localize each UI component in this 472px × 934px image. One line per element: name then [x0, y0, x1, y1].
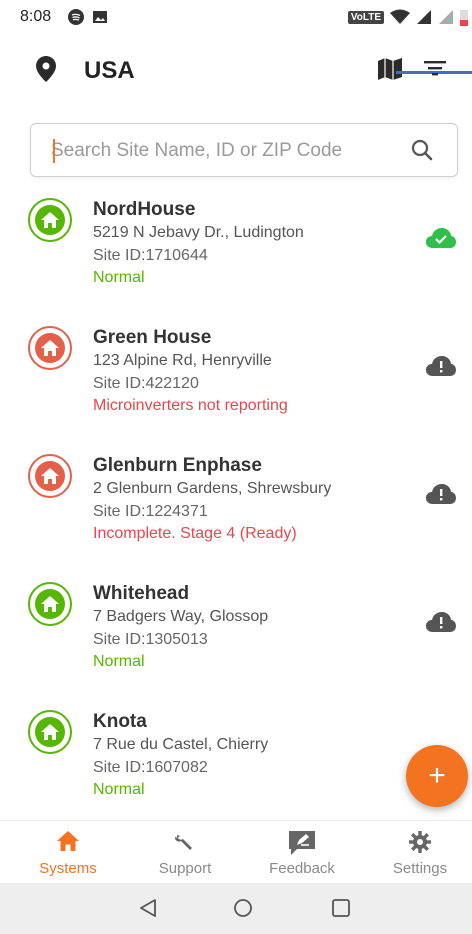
- battery-icon: [460, 10, 468, 26]
- site-address: 123 Alpine Rd, Henryville: [93, 352, 272, 369]
- nav-label: Support: [158, 860, 212, 877]
- home-icon: [41, 596, 59, 612]
- site-status: Normal: [93, 269, 145, 286]
- site-row[interactable]: Glenburn Enphase 2 Glenburn Gardens, Shr…: [0, 446, 472, 574]
- site-name: Whitehead: [93, 583, 190, 604]
- signal-2-icon: [439, 10, 453, 24]
- site-status-badge: [28, 454, 72, 498]
- nav-label: Feedback: [269, 860, 335, 877]
- wrench-icon: [175, 835, 192, 850]
- feedback-icon: [289, 831, 315, 855]
- spotify-icon: [68, 9, 84, 25]
- site-id: Site ID:1305013: [93, 631, 208, 648]
- search-box: [30, 123, 458, 177]
- site-status: Normal: [93, 781, 145, 798]
- site-id: Site ID:422120: [93, 375, 199, 392]
- cloud-alert-icon: [426, 484, 456, 504]
- cloud-check-icon: [426, 228, 456, 248]
- home-icon: [41, 724, 59, 740]
- recents-icon[interactable]: [331, 898, 351, 918]
- site-row[interactable]: Knota 7 Rue du Castel, Chierry Site ID:1…: [0, 702, 472, 830]
- site-status-badge: [28, 710, 72, 754]
- bottom-nav: Systems Support Feedback Settings: [0, 820, 472, 883]
- text-caret: [53, 139, 55, 163]
- status-time: 8:08: [20, 8, 52, 25]
- nav-feedback[interactable]: Feedback: [243, 821, 361, 884]
- region-title[interactable]: USA: [84, 57, 135, 85]
- home-icon: [41, 212, 59, 228]
- site-row[interactable]: Whitehead 7 Badgers Way, Glossop Site ID…: [0, 574, 472, 702]
- site-row[interactable]: Green House 123 Alpine Rd, Henryville Si…: [0, 318, 472, 446]
- plus-icon: +: [428, 759, 446, 792]
- site-id: Site ID:1607082: [93, 759, 208, 776]
- site-status: Microinverters not reporting: [93, 397, 288, 414]
- back-icon[interactable]: [138, 898, 158, 918]
- nav-systems[interactable]: Systems: [9, 821, 127, 884]
- site-id: Site ID:1710644: [93, 247, 208, 264]
- nav-label: Systems: [39, 860, 97, 877]
- map-icon[interactable]: [378, 58, 402, 80]
- wifi-icon: [390, 9, 410, 24]
- home-icon: [41, 468, 59, 484]
- site-status-badge: [28, 582, 72, 626]
- nav-support[interactable]: Support: [126, 821, 244, 884]
- add-site-button[interactable]: +: [406, 745, 468, 807]
- site-row[interactable]: NordHouse 5219 N Jebavy Dr., Ludington S…: [0, 190, 472, 318]
- location-pin-icon[interactable]: [36, 56, 56, 82]
- system-nav-bar: [0, 883, 472, 934]
- volte-badge: VoLTE: [347, 10, 384, 24]
- image-notification-icon: [93, 11, 107, 23]
- cloud-alert-icon: [426, 612, 456, 632]
- home-icon: [57, 831, 79, 851]
- cloud-alert-icon: [426, 356, 456, 376]
- nav-settings[interactable]: Settings: [361, 821, 472, 884]
- site-status-badge: [28, 198, 72, 242]
- search-input[interactable]: [51, 136, 401, 166]
- site-address: 7 Badgers Way, Glossop: [93, 608, 269, 625]
- app-header: USA: [0, 40, 472, 100]
- site-id: Site ID:1224371: [93, 503, 208, 520]
- site-name: Knota: [93, 711, 147, 732]
- nav-label: Settings: [392, 860, 448, 877]
- site-address: 5219 N Jebavy Dr., Ludington: [93, 224, 304, 241]
- home-icon: [41, 340, 59, 356]
- search-icon[interactable]: [411, 139, 433, 161]
- site-status-badge: [28, 326, 72, 370]
- site-address: 2 Glenburn Gardens, Shrewsbury: [93, 480, 332, 497]
- home-nav-icon[interactable]: [233, 898, 253, 918]
- site-name: NordHouse: [93, 199, 196, 220]
- status-bar: 8:08 VoLTE: [0, 0, 472, 34]
- site-address: 7 Rue du Castel, Chierry: [93, 736, 269, 753]
- signal-icon: [417, 10, 431, 24]
- site-name: Glenburn Enphase: [93, 455, 262, 476]
- gear-icon: [409, 831, 431, 853]
- site-name: Green House: [93, 327, 212, 348]
- site-status: Incomplete. Stage 4 (Ready): [93, 525, 297, 542]
- filter-menu-icon[interactable]: [424, 60, 446, 76]
- site-status: Normal: [93, 653, 145, 670]
